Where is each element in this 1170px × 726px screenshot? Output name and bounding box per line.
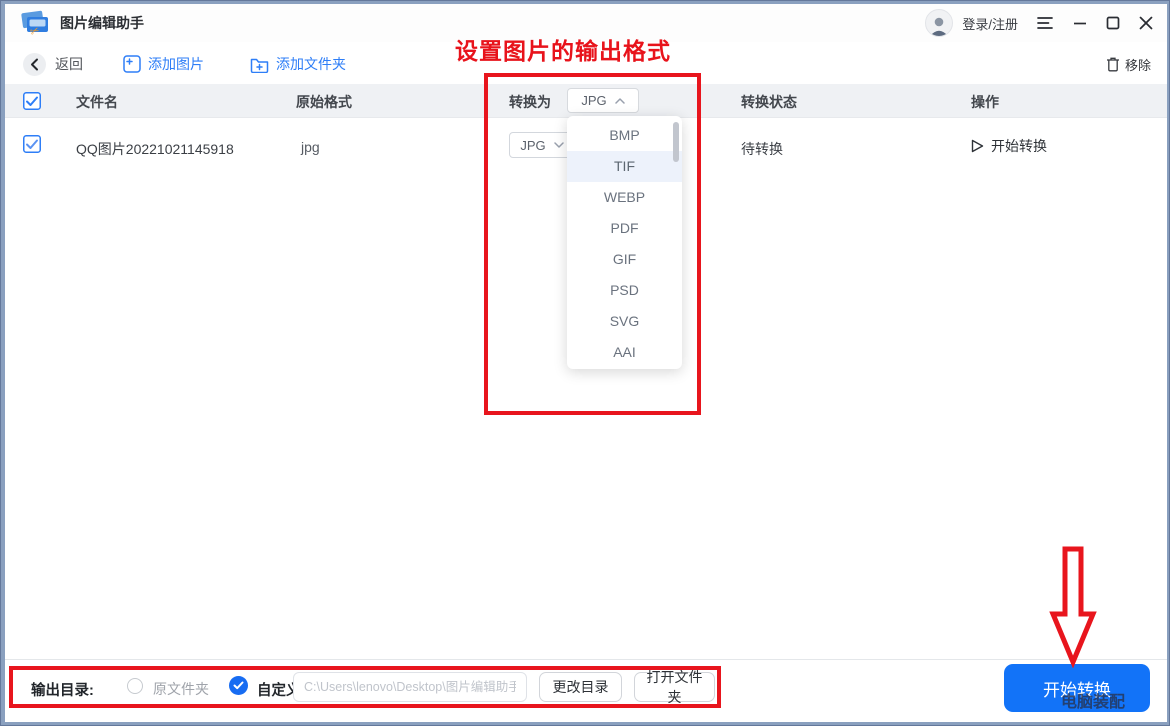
change-directory-button[interactable]: 更改目录 [539, 672, 622, 702]
trash-icon [1106, 56, 1120, 72]
remove-button[interactable]: 移除 [1106, 55, 1151, 74]
column-convert-to: 转换为 [509, 92, 551, 112]
format-option[interactable]: PSD [567, 275, 682, 306]
user-avatar[interactable] [925, 9, 953, 37]
output-path-input[interactable] [293, 672, 527, 702]
add-image-button[interactable]: 添加图片 [123, 54, 204, 74]
start-convert-button[interactable]: 开始转换 [1004, 664, 1150, 712]
remove-label: 移除 [1125, 55, 1151, 74]
column-original-format: 原始格式 [296, 92, 352, 112]
add-folder-button[interactable]: 添加文件夹 [250, 54, 346, 74]
add-image-label: 添加图片 [148, 54, 204, 74]
row-checkbox[interactable] [23, 135, 41, 158]
format-option[interactable]: AAI [567, 337, 682, 368]
app-window: ✂ 图片编辑助手 登录/注册 [5, 4, 1167, 722]
app-window-frame: ✂ 图片编辑助手 登录/注册 [0, 0, 1170, 726]
row-format-select[interactable]: JPG [509, 132, 575, 158]
close-icon[interactable] [1139, 16, 1153, 30]
format-dropdown-panel: BMPTIFWEBPPDFGIFPSDSVGAAI [567, 116, 682, 369]
chevron-up-icon [615, 98, 625, 104]
add-folder-icon [250, 56, 269, 73]
app-title: 图片编辑助手 [60, 13, 144, 33]
row-original-format: jpg [301, 139, 320, 155]
radio-original-folder[interactable] [127, 678, 143, 694]
output-bar: 输出目录: 原文件夹 自定义 更改目录 打开文件夹 开始转换 电脑装配 [5, 659, 1167, 722]
column-filename: 文件名 [76, 92, 118, 112]
back-button[interactable]: 返回 [23, 53, 83, 76]
maximize-icon[interactable] [1106, 16, 1120, 30]
open-folder-button[interactable]: 打开文件夹 [634, 672, 715, 702]
format-option[interactable]: TIF [567, 151, 682, 182]
format-option[interactable]: SVG [567, 306, 682, 337]
annotation-heading: 设置图片的输出格式 [455, 32, 671, 66]
back-chevron-icon [23, 53, 46, 76]
annotation-arrow-icon [1040, 542, 1110, 668]
format-option[interactable]: PDF [567, 213, 682, 244]
add-folder-label: 添加文件夹 [276, 54, 346, 74]
format-option[interactable]: GIF [567, 244, 682, 275]
format-option[interactable]: BMP [567, 120, 682, 151]
radio-custom[interactable] [229, 676, 248, 695]
login-register-link[interactable]: 登录/注册 [962, 14, 1018, 33]
chevron-down-icon [554, 142, 564, 148]
select-all-checkbox[interactable] [23, 92, 41, 115]
column-status: 转换状态 [741, 92, 797, 112]
add-image-icon [123, 55, 141, 73]
radio-original-folder-label[interactable]: 原文件夹 [153, 679, 209, 699]
dropdown-scrollbar[interactable] [673, 122, 679, 162]
format-dropdown-list: BMPTIFWEBPPDFGIFPSDSVGAAI [567, 116, 682, 369]
row-filename: QQ图片20221021145918 [76, 139, 234, 159]
minimize-icon[interactable] [1073, 16, 1087, 30]
row-format-select-value: JPG [520, 138, 545, 153]
table-header: 文件名 原始格式 转换为 JPG 转换状态 操作 [5, 84, 1167, 118]
app-logo-icon: ✂ [19, 10, 51, 37]
convert-to-select[interactable]: JPG [567, 88, 639, 113]
row-status: 待转换 [741, 139, 783, 159]
menu-icon[interactable] [1036, 16, 1054, 30]
row-action-label: 开始转换 [991, 136, 1047, 156]
format-option[interactable]: WEBP [567, 182, 682, 213]
play-icon [971, 139, 984, 153]
column-action: 操作 [971, 92, 999, 112]
back-label: 返回 [55, 54, 83, 74]
output-dir-label: 输出目录: [31, 679, 94, 700]
convert-to-select-value: JPG [581, 93, 606, 108]
row-start-convert-button[interactable]: 开始转换 [971, 136, 1047, 156]
